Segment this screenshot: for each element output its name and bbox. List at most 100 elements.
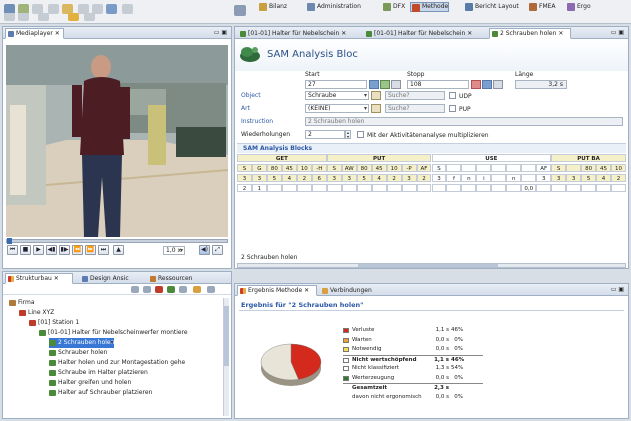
block-cell[interactable]	[476, 184, 492, 192]
block-cell[interactable]: 3	[431, 174, 447, 182]
art-search[interactable]: Suche?	[385, 104, 445, 113]
tree-item[interactable]: Line XYZ	[19, 308, 54, 318]
block-cell[interactable]: AW	[341, 164, 357, 172]
editor-tab-3[interactable]: 2 Schrauben holen ✕	[489, 28, 571, 39]
perspective-bericht-layout[interactable]: Bericht Layout	[464, 2, 519, 12]
tree-item[interactable]: [01] Station 1	[29, 318, 79, 328]
block-cell[interactable]: 80	[356, 164, 372, 172]
block-cell[interactable]	[611, 184, 626, 192]
editor-tab-2[interactable]: [01-01] Halter für Nebelschein ✕	[363, 28, 487, 39]
add-step-icon[interactable]	[167, 286, 175, 293]
go-start-icon[interactable]: ⏮	[7, 245, 18, 255]
go-end-icon[interactable]: ⏭	[98, 245, 109, 255]
block-cell[interactable]: 10	[386, 164, 402, 172]
tree-item[interactable]: Schrauber holen	[49, 348, 107, 358]
start-clear-icon[interactable]	[391, 80, 401, 89]
block-cell[interactable]	[551, 184, 567, 192]
block-cell[interactable]: n	[506, 174, 522, 182]
block-cell[interactable]	[266, 184, 282, 192]
block-cell[interactable]: 6	[311, 174, 327, 182]
block-cell[interactable]: 2	[416, 174, 432, 182]
block-cell[interactable]: 5	[581, 174, 597, 182]
art-browse-icon[interactable]	[371, 104, 381, 113]
art-select[interactable]: (KEINE)	[305, 104, 369, 113]
tab-mediaplayer[interactable]: Mediaplayer ✕	[5, 28, 64, 39]
block-cell[interactable]: S	[326, 164, 342, 172]
block-cell[interactable]	[521, 174, 537, 182]
block-cell[interactable]	[596, 184, 612, 192]
object-browse-icon[interactable]	[371, 91, 381, 100]
start-input[interactable]: 27	[305, 80, 367, 89]
wiederholungen-input[interactable]: 2	[305, 130, 345, 139]
block-cell[interactable]	[356, 184, 372, 192]
block-cell[interactable]: i	[476, 174, 492, 182]
tree-item[interactable]: 2 Schrauben holen	[49, 338, 115, 348]
tree-scrollbar-thumb[interactable]	[224, 306, 229, 366]
eject-icon[interactable]: ▲	[113, 245, 124, 255]
block-cell[interactable]	[326, 184, 342, 192]
tree-item[interactable]: Halter holen und zur Montagestation gehe	[49, 358, 185, 368]
speed-select[interactable]: 1,0 x	[163, 246, 185, 255]
block-cell[interactable]: 3	[401, 174, 417, 182]
block-cell[interactable]: 4	[281, 174, 297, 182]
link-icon[interactable]	[106, 4, 117, 14]
settings-icon[interactable]	[122, 4, 133, 14]
udp-checkbox[interactable]	[449, 92, 456, 99]
multiply-checkbox[interactable]	[357, 131, 364, 138]
dropdown-icon[interactable]	[38, 13, 49, 21]
perspective-methode[interactable]: Methode	[410, 2, 450, 12]
link-editor-icon[interactable]	[143, 286, 151, 293]
tab-design-ansicht[interactable]: Design Ansic	[79, 273, 145, 284]
start-set-icon[interactable]	[369, 80, 379, 89]
block-cell[interactable]: 5	[356, 174, 372, 182]
block-cell[interactable]	[431, 184, 447, 192]
block-cell[interactable]: 3	[341, 174, 357, 182]
result-minimize-icon[interactable]: ▭ ▣	[611, 286, 624, 293]
tab-ressourcen[interactable]: Ressourcen	[147, 273, 205, 284]
stopp-input[interactable]: 108	[407, 80, 469, 89]
editor-minimize-icon[interactable]: ▭ ▣	[611, 29, 624, 36]
block-cell[interactable]: 3	[536, 174, 552, 182]
stopp-clear-icon[interactable]	[493, 80, 503, 89]
block-cell[interactable]: 4	[371, 174, 387, 182]
block-cell[interactable]: G	[251, 164, 267, 172]
refresh-icon[interactable]	[179, 286, 187, 293]
block-cell[interactable]	[311, 184, 327, 192]
tree-item[interactable]: Halter greifen und holen	[49, 378, 131, 388]
block-cell[interactable]: -P	[401, 164, 417, 172]
block-cell[interactable]: 80	[266, 164, 282, 172]
block-cell[interactable]: 2	[237, 184, 252, 192]
add-line-icon[interactable]	[155, 286, 163, 293]
block-cell[interactable]: 1	[251, 184, 267, 192]
block-cell[interactable]: 45	[371, 164, 387, 172]
block-cell[interactable]: AF	[536, 164, 552, 172]
block-cell[interactable]	[566, 164, 582, 172]
block-cell[interactable]: 5	[266, 174, 282, 182]
block-cell[interactable]: 4	[596, 174, 612, 182]
block-cell[interactable]: S	[431, 164, 447, 172]
block-cell[interactable]: f	[446, 174, 462, 182]
tree-scrollbar[interactable]	[223, 298, 229, 416]
open-perspective-icon[interactable]	[234, 5, 246, 16]
block-cell[interactable]	[506, 184, 522, 192]
perspective-dfx[interactable]: DFX	[382, 2, 405, 12]
fullscreen-icon[interactable]: ⤢	[212, 245, 223, 255]
volume-icon[interactable]: ◀)	[199, 245, 210, 255]
play-icon[interactable]: ▶	[33, 245, 44, 255]
block-cell[interactable]: 2	[296, 174, 312, 182]
block-cell[interactable]	[566, 184, 582, 192]
undo-icon[interactable]	[68, 13, 79, 21]
block-cell[interactable]	[461, 184, 477, 192]
tree-item[interactable]: Schraube im Halter platzieren	[49, 368, 148, 378]
step-back-icon[interactable]: ◀▮	[46, 245, 57, 255]
block-cell[interactable]	[491, 164, 507, 172]
block-cell[interactable]: 45	[596, 164, 612, 172]
block-cell[interactable]	[491, 184, 507, 192]
minimize-icon[interactable]: ▭ ▣	[214, 29, 227, 36]
block-cell[interactable]: 3	[326, 174, 342, 182]
collapse-all-icon[interactable]	[131, 286, 139, 293]
block-cell[interactable]: 3	[251, 174, 267, 182]
tab-ergebnis-methode[interactable]: Ergebnis Methode ✕	[237, 285, 317, 296]
perspective-ergo[interactable]: Ergo	[566, 2, 591, 12]
block-cell[interactable]: -H	[311, 164, 327, 172]
